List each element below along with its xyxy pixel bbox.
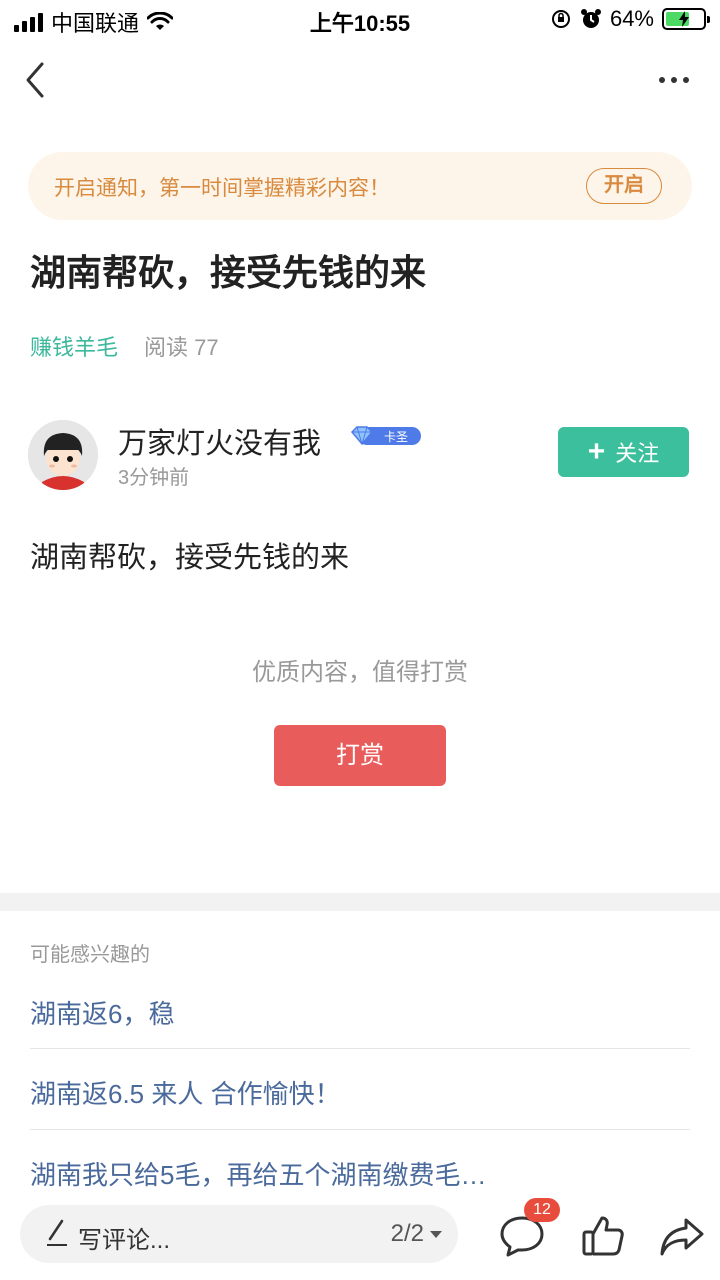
follow-label: 关注 bbox=[615, 441, 660, 466]
post-title: 湖南帮砍，接受先钱的来 bbox=[30, 252, 427, 293]
more-icon[interactable] bbox=[654, 70, 694, 90]
page-indicator[interactable]: 2/2 bbox=[391, 1220, 442, 1248]
badge-label: 卡圣 bbox=[384, 430, 408, 444]
comment-input[interactable]: 写评论... 2/2 bbox=[20, 1205, 458, 1263]
diamond-badge-icon: 卡圣 bbox=[350, 426, 421, 446]
related-item[interactable]: 湖南返6，稳 bbox=[30, 994, 690, 1031]
author-name[interactable]: 万家灯火没有我 bbox=[118, 420, 321, 462]
back-icon[interactable] bbox=[20, 60, 50, 100]
lock-rotation-icon bbox=[551, 10, 570, 28]
related-heading: 可能感兴趣的 bbox=[30, 944, 150, 966]
like-icon[interactable] bbox=[580, 1212, 628, 1260]
enable-notify-button[interactable]: 开启 bbox=[586, 168, 662, 204]
post-time: 3分钟前 bbox=[118, 467, 190, 489]
plus-icon: + bbox=[587, 435, 606, 468]
related-item[interactable]: 湖南返6.5 来人 合作愉快！ bbox=[30, 1074, 690, 1111]
page-indicator-label: 2/2 bbox=[390, 1220, 424, 1247]
related-separator bbox=[30, 1129, 690, 1130]
notification-banner: 开启通知，第一时间掌握精彩内容！ 开启 bbox=[28, 152, 692, 220]
alarm-icon bbox=[580, 9, 601, 28]
notify-text: 开启通知，第一时间掌握精彩内容！ bbox=[54, 177, 390, 200]
reward-hint: 优质内容，值得打赏 bbox=[252, 659, 468, 686]
chevron-down-icon bbox=[430, 1230, 442, 1238]
read-count: 阅读 77 bbox=[144, 335, 219, 360]
battery-icon bbox=[662, 8, 710, 30]
share-icon[interactable] bbox=[658, 1212, 706, 1260]
section-divider bbox=[0, 893, 720, 911]
post-meta: 赚钱羊毛 阅读 77 bbox=[30, 330, 219, 362]
avatar[interactable] bbox=[28, 420, 98, 490]
comment-placeholder: 写评论... bbox=[78, 1227, 171, 1254]
category-link[interactable]: 赚钱羊毛 bbox=[30, 330, 118, 362]
battery-percent: 64% bbox=[609, 6, 654, 31]
related-separator bbox=[30, 1048, 690, 1049]
post-body: 湖南帮砍，接受先钱的来 bbox=[30, 542, 350, 574]
comment-count-badge: 12 bbox=[524, 1198, 560, 1222]
status-bar: 中国联通 上午10:55 64% bbox=[0, 0, 720, 40]
pen-icon bbox=[47, 1219, 67, 1246]
reward-button[interactable]: 打赏 bbox=[274, 725, 446, 786]
related-item[interactable]: 湖南我只给5毛，再给五个湖南缴费毛… bbox=[30, 1155, 690, 1192]
follow-button[interactable]: + 关注 bbox=[558, 427, 689, 477]
